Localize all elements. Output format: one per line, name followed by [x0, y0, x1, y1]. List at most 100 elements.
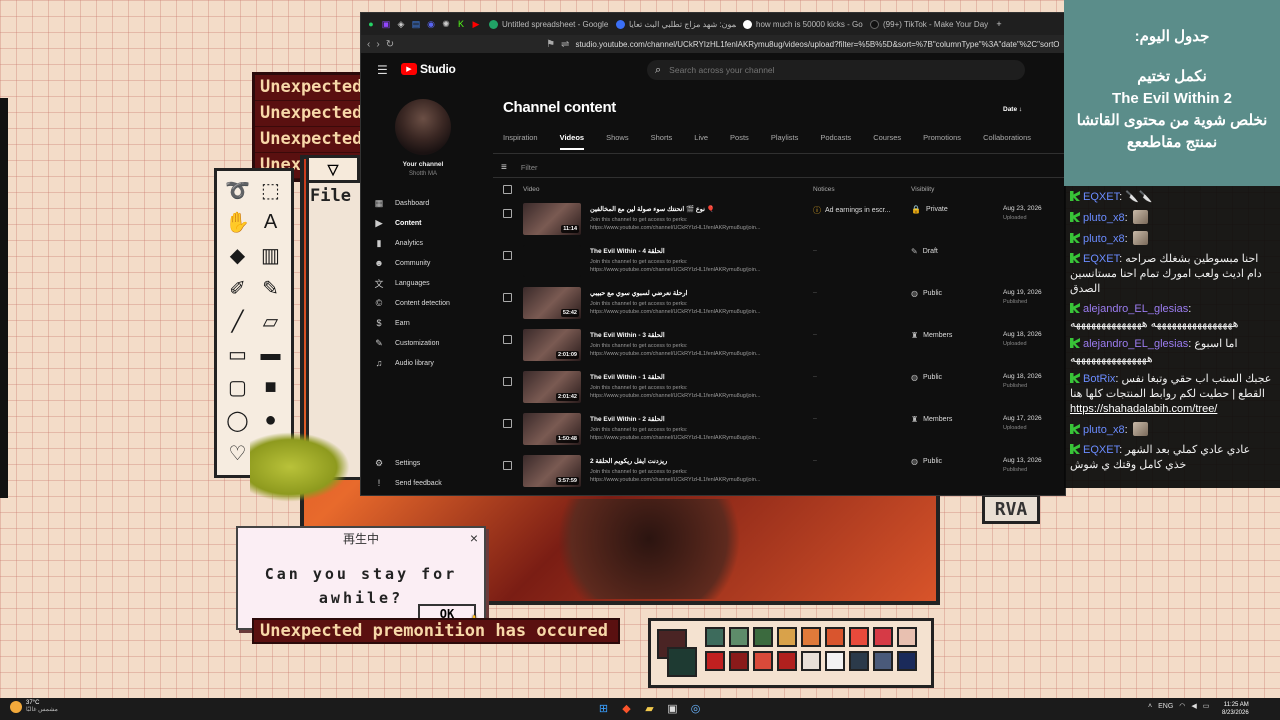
video-thumbnail[interactable]: 2:01:42 — [523, 371, 581, 403]
video-visibility[interactable]: ♜ Members — [911, 415, 952, 424]
palette-swatch[interactable] — [825, 627, 845, 647]
palette-swatch[interactable] — [729, 651, 749, 671]
video-thumbnail[interactable] — [523, 245, 581, 277]
select-all-checkbox[interactable] — [503, 181, 512, 197]
sidebar-item-settings[interactable]: ⚙ Settings — [373, 453, 483, 473]
video-title[interactable]: ريزدنت ايفل ريكويم الحلقة 2 — [590, 457, 790, 465]
tab-playlists[interactable]: Playlists — [771, 133, 799, 150]
search-input[interactable] — [669, 65, 970, 75]
volume-icon[interactable]: ◀ — [1191, 702, 1196, 710]
chatgpt-icon[interactable]: ✺ — [440, 18, 452, 30]
tab-promotions[interactable]: Promotions — [923, 133, 961, 150]
whatsapp-icon[interactable]: ● — [365, 18, 377, 30]
video-thumbnail[interactable]: 2:01:09 — [523, 329, 581, 361]
video-visibility[interactable]: 🔒 Private — [911, 205, 948, 214]
chat-username[interactable]: pluto_x8 — [1083, 424, 1125, 436]
row-checkbox[interactable] — [503, 335, 512, 344]
filter-bar[interactable]: ≡ Filter — [501, 157, 538, 177]
palette-swatch[interactable] — [849, 651, 869, 671]
clock[interactable]: 11:25 AM 8/23/2026 — [1222, 701, 1249, 717]
palette-swatch[interactable] — [849, 627, 869, 647]
chat-link[interactable]: https://shahadalabih.com/tree/ — [1070, 403, 1217, 415]
chat-username[interactable]: pluto_x8 — [1083, 233, 1125, 245]
sidebar-item-send-feedback[interactable]: ! Send feedback — [373, 473, 483, 493]
chat-username[interactable]: EQXET — [1083, 253, 1119, 265]
palette-swatch[interactable] — [873, 651, 893, 671]
table-row[interactable]: 11:14 نوع 🎬 انحنتك سوء صولة لين مع المخال… — [493, 201, 1065, 243]
youtube-icon[interactable]: ▶ — [470, 18, 482, 30]
video-title[interactable]: The Evil Within - الحلقة 2 — [590, 415, 790, 423]
palette-swatch[interactable] — [873, 627, 893, 647]
palette-swatch[interactable] — [897, 627, 917, 647]
doc-icon[interactable]: ▤ — [410, 18, 422, 30]
row-checkbox[interactable] — [503, 293, 512, 302]
discord-icon[interactable]: ◉ — [425, 18, 437, 30]
tab-shorts[interactable]: Shorts — [651, 133, 673, 150]
palette-swatch[interactable] — [777, 627, 797, 647]
browser-tab[interactable]: how much is 50000 kicks - Google S× — [739, 15, 863, 33]
video-thumbnail[interactable]: 1:50:48 — [523, 413, 581, 445]
chat-username[interactable]: BotRix — [1083, 373, 1115, 385]
channel-search[interactable]: ⌕ — [647, 60, 1025, 80]
channel-avatar[interactable] — [395, 99, 451, 155]
tab-podcasts[interactable]: Podcasts — [820, 133, 851, 150]
column-header-date[interactable]: Date ↓ — [1003, 101, 1022, 117]
menu-icon[interactable]: ☰ — [377, 63, 388, 77]
video-notice[interactable]: ⓘ Ad earnings in escr... — [813, 205, 890, 216]
new-tab-icon[interactable]: + — [993, 18, 1005, 30]
sidebar-item-analytics[interactable]: ▮ Analytics — [373, 233, 483, 253]
row-checkbox[interactable] — [503, 251, 512, 260]
language-indicator[interactable]: ENG — [1158, 703, 1173, 710]
table-row[interactable]: 3:57:59 ريزدنت ايفل ريكويم الحلقة 2 Join t… — [493, 453, 1065, 495]
video-title[interactable]: نوع 🎬 انحنتك سوء صولة لين مع المخالفين 🎈 — [590, 205, 790, 213]
filter-icon[interactable]: ≡ — [501, 162, 507, 173]
sidebar-item-community[interactable]: ☻ Community — [373, 253, 483, 273]
video-thumbnail[interactable]: 52:42 — [523, 287, 581, 319]
tab-live[interactable]: Live — [694, 133, 708, 150]
forward-icon[interactable]: › — [376, 39, 379, 50]
kick-icon[interactable]: K — [455, 18, 467, 30]
bookmark-icon[interactable]: ⚑ — [546, 39, 555, 50]
battery-icon[interactable]: ▭ — [1203, 702, 1210, 710]
video-thumbnail[interactable]: 3:57:59 — [523, 455, 581, 487]
table-row[interactable]: 2:01:09 The Evil Within - الحلقة 3 Join th… — [493, 327, 1065, 369]
palette-swatch[interactable] — [777, 651, 797, 671]
chat-username[interactable]: EQXET — [1083, 444, 1119, 456]
sidebar-item-content[interactable]: ▶ Content — [373, 213, 483, 233]
twitch-icon[interactable]: ▣ — [380, 18, 392, 30]
game-icon[interactable]: ▣ — [665, 701, 680, 716]
browser-tab[interactable]: اختيالمون: شهد مزاج تطلبي البث تعايا× — [612, 15, 736, 33]
palette-swatch[interactable] — [705, 651, 725, 671]
palette-swatch[interactable] — [825, 651, 845, 671]
chat-username[interactable]: pluto_x8 — [1083, 212, 1125, 224]
app-icon[interactable]: ◈ — [395, 18, 407, 30]
palette-swatch[interactable] — [753, 627, 773, 647]
browser-tab[interactable]: Untitled spreadsheet - Google Sheets× — [485, 15, 609, 33]
tab-posts[interactable]: Posts — [730, 133, 749, 150]
sidebar-item-dashboard[interactable]: ▦ Dashboard — [373, 193, 483, 213]
row-checkbox[interactable] — [503, 461, 512, 470]
video-title[interactable]: ارحلة نعرضي لسبوي سوي مع حبيبي — [590, 289, 790, 297]
video-title[interactable]: The Evil Within - الحلقة 1 — [590, 373, 790, 381]
tab-inspiration[interactable]: Inspiration — [503, 133, 538, 150]
url-field[interactable]: studio.youtube.com/channel/UCkRYIzHL1fen… — [575, 39, 1059, 49]
row-checkbox[interactable] — [503, 209, 512, 218]
sidebar-item-content-detection[interactable]: © Content detection — [373, 293, 483, 313]
video-visibility[interactable]: ◍ Public — [911, 289, 942, 298]
browser-tab[interactable]: (99+) TikTok - Make Your Day× — [866, 15, 990, 33]
video-visibility[interactable]: ◍ Public — [911, 457, 942, 466]
tab-shows[interactable]: Shows — [606, 133, 629, 150]
chat-username[interactable]: alejandro_EL_glesias — [1083, 303, 1188, 315]
table-row[interactable]: 52:42 ارحلة نعرضي لسبوي سوي مع حبيبي Join … — [493, 285, 1065, 327]
sidebar-item-audio-library[interactable]: ♫ Audio library — [373, 353, 483, 373]
table-row[interactable]: The Evil Within - الحلقة 4 Join this chan… — [493, 243, 1065, 285]
close-icon[interactable]: × — [470, 530, 478, 546]
chat-username[interactable]: alejandro_EL_glesias — [1083, 338, 1188, 350]
palette-swatch[interactable] — [897, 651, 917, 671]
steam-icon[interactable]: ◎ — [688, 701, 703, 716]
tab-courses[interactable]: Courses — [873, 133, 901, 150]
video-thumbnail[interactable]: 11:14 — [523, 203, 581, 235]
video-visibility[interactable]: ✎ Draft — [911, 247, 938, 256]
filter-label[interactable]: Filter — [521, 163, 538, 172]
studio-logo[interactable]: ▶ Studio — [401, 62, 456, 76]
